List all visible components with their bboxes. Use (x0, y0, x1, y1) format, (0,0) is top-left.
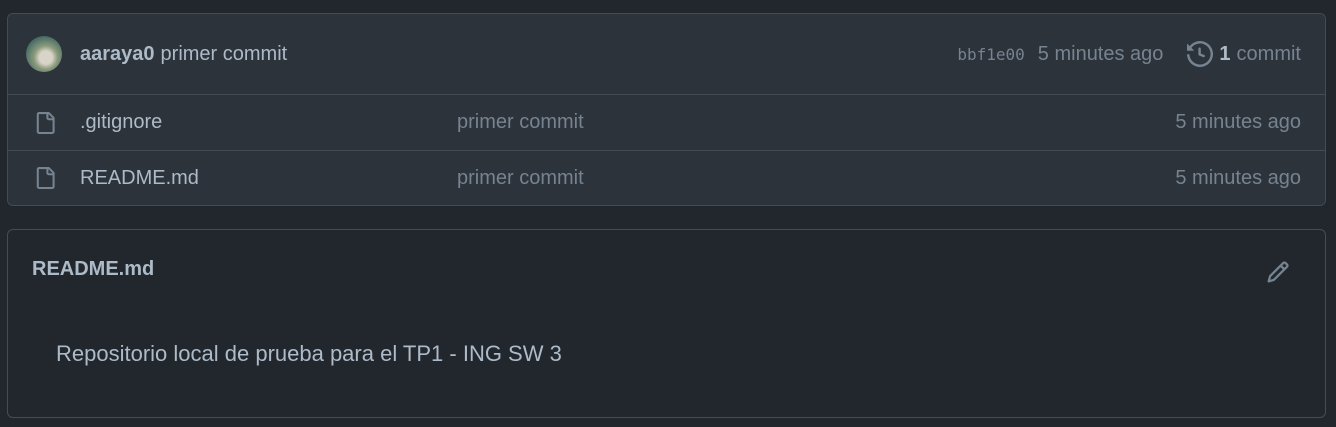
file-commit-message[interactable]: primer commit (457, 111, 584, 134)
pencil-icon (1267, 261, 1289, 283)
file-commit-message[interactable]: primer commit (457, 167, 584, 190)
commit-history-link[interactable]: 1 commit (1187, 41, 1301, 67)
readme-panel: README.md Repositorio local de prueba pa… (7, 229, 1326, 418)
file-icon (36, 167, 55, 189)
readme-title[interactable]: README.md (32, 258, 154, 281)
file-icon (36, 111, 55, 134)
file-commit-time[interactable]: 5 minutes ago (1175, 167, 1301, 190)
commit-message[interactable]: primer commit (161, 43, 288, 66)
commit-time[interactable]: 5 minutes ago (1038, 43, 1164, 66)
file-commit-time[interactable]: 5 minutes ago (1175, 111, 1301, 134)
latest-commit-bar: aaraya0 primer commit bbf1e00 5 minutes … (8, 14, 1325, 95)
file-browser: aaraya0 primer commit bbf1e00 5 minutes … (7, 13, 1326, 206)
file-row[interactable]: .gitignore primer commit 5 minutes ago (8, 95, 1325, 150)
commit-author[interactable]: aaraya0 (80, 43, 155, 66)
commit-sha[interactable]: bbf1e00 (957, 45, 1024, 64)
commit-count: 1 (1219, 42, 1231, 65)
commit-count-label: commit (1236, 42, 1301, 65)
edit-readme-button[interactable] (1265, 259, 1291, 285)
file-name[interactable]: README.md (80, 167, 199, 190)
readme-content: Repositorio local de prueba para el TP1 … (56, 341, 562, 366)
file-row[interactable]: README.md primer commit 5 minutes ago (8, 150, 1325, 205)
history-icon (1187, 41, 1214, 67)
avatar[interactable] (26, 36, 62, 72)
file-name[interactable]: .gitignore (80, 111, 162, 134)
